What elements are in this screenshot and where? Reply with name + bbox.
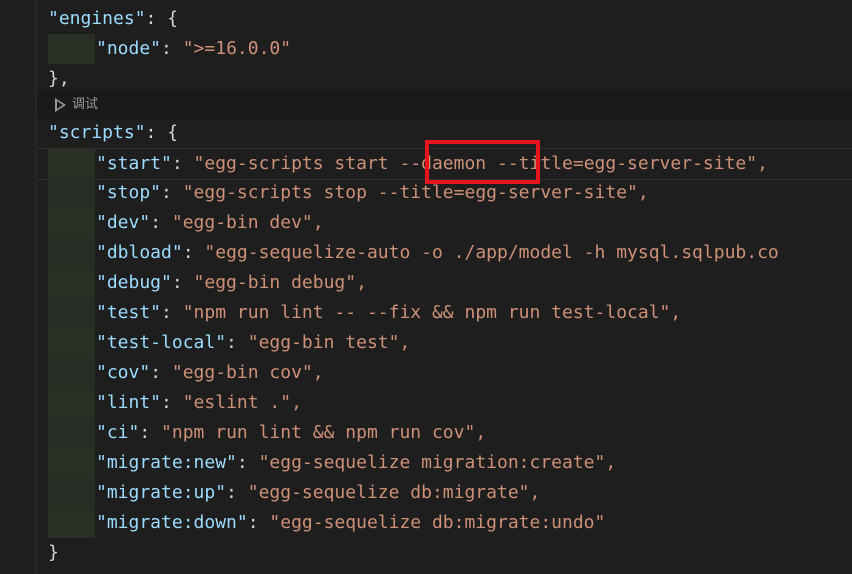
json-key: "stop" xyxy=(96,182,162,203)
code-editor[interactable]: "engines": { "node": ">=16.0.0" }, 调试 "s… xyxy=(37,0,852,574)
json-punctuation: } xyxy=(48,542,59,563)
codelens-label[interactable]: 调试 xyxy=(72,91,98,119)
json-key: "migrate:down" xyxy=(96,512,248,533)
json-string: "egg-sequelize db:migrate", xyxy=(247,482,541,503)
json-key: "node" xyxy=(96,38,162,59)
editor-gutter xyxy=(0,0,37,574)
json-key: "scripts" xyxy=(48,122,146,143)
json-string: "npm run lint -- --fix && npm run test-l… xyxy=(182,302,682,323)
code-line[interactable]: "test-local": "egg-bin test", xyxy=(37,328,852,358)
code-line[interactable]: "debug": "egg-bin debug", xyxy=(37,268,852,298)
json-key: "debug" xyxy=(96,272,172,293)
json-key: "test" xyxy=(96,302,162,323)
json-key: "engines" xyxy=(48,8,146,29)
indent-guide xyxy=(48,508,95,538)
indent-guide xyxy=(48,268,95,298)
indent-guide xyxy=(48,149,95,179)
json-key: "cov" xyxy=(96,362,151,383)
json-string: "egg-sequelize-auto -o ./app/model -h my… xyxy=(204,242,779,263)
indent-guide xyxy=(48,328,95,358)
code-line[interactable]: "migrate:new": "egg-sequelize migration:… xyxy=(37,448,852,478)
code-line[interactable]: "test": "npm run lint -- --fix && npm ru… xyxy=(37,298,852,328)
code-line[interactable]: }, xyxy=(37,64,852,94)
json-punctuation: }, xyxy=(48,68,70,89)
annotation-highlight-box xyxy=(425,140,540,184)
code-line[interactable]: "dbload": "egg-sequelize-auto -o ./app/m… xyxy=(37,238,852,268)
code-line[interactable]: "engines": { xyxy=(37,4,852,34)
json-string: "npm run lint && npm run cov", xyxy=(161,422,487,443)
indent-guide xyxy=(48,448,95,478)
code-line[interactable]: "dev": "egg-bin dev", xyxy=(37,208,852,238)
json-key: "test-local" xyxy=(96,332,227,353)
codelens-debug[interactable]: 调试 xyxy=(37,91,852,119)
code-line[interactable]: "migrate:up": "egg-sequelize db:migrate"… xyxy=(37,478,852,508)
json-string: "eslint .", xyxy=(182,392,302,413)
json-string: "egg-bin dev", xyxy=(171,212,324,233)
json-punctuation: : { xyxy=(145,8,179,29)
indent-guide xyxy=(48,358,95,388)
json-key: "ci" xyxy=(96,422,140,443)
json-string: "egg-bin cov", xyxy=(171,362,324,383)
code-line[interactable]: "migrate:down": "egg-sequelize db:migrat… xyxy=(37,508,852,538)
json-key: "dev" xyxy=(96,212,151,233)
json-string: "egg-bin test", xyxy=(247,332,411,353)
json-string: "egg-scripts start xyxy=(193,153,400,174)
code-line[interactable]: "lint": "eslint .", xyxy=(37,388,852,418)
json-punctuation: : { xyxy=(145,122,179,143)
json-key: "start" xyxy=(96,153,172,174)
json-string: ">=16.0.0" xyxy=(182,38,292,59)
json-string: "egg-scripts stop --title=egg-server-sit… xyxy=(182,182,649,203)
code-line[interactable]: } xyxy=(37,538,852,568)
json-string: "egg-sequelize db:migrate:undo" xyxy=(269,512,606,533)
play-icon[interactable] xyxy=(55,98,66,112)
json-string: "egg-bin debug", xyxy=(193,272,367,293)
indent-guide xyxy=(48,208,95,238)
code-line[interactable]: "cov": "egg-bin cov", xyxy=(37,358,852,388)
json-key: "lint" xyxy=(96,392,162,413)
indent-guide xyxy=(48,478,95,508)
indent-guide xyxy=(48,388,95,418)
indent-guide xyxy=(48,34,95,64)
code-line[interactable]: "ci": "npm run lint && npm run cov", xyxy=(37,418,852,448)
indent-guide xyxy=(48,298,95,328)
json-key: "migrate:new" xyxy=(96,452,237,473)
indent-guide xyxy=(48,178,95,208)
indent-guide xyxy=(48,238,95,268)
code-line[interactable]: "node": ">=16.0.0" xyxy=(37,34,852,64)
json-key: "dbload" xyxy=(96,242,183,263)
json-key: "migrate:up" xyxy=(96,482,227,503)
json-string: "egg-sequelize migration:create", xyxy=(258,452,617,473)
indent-guide xyxy=(48,418,95,448)
